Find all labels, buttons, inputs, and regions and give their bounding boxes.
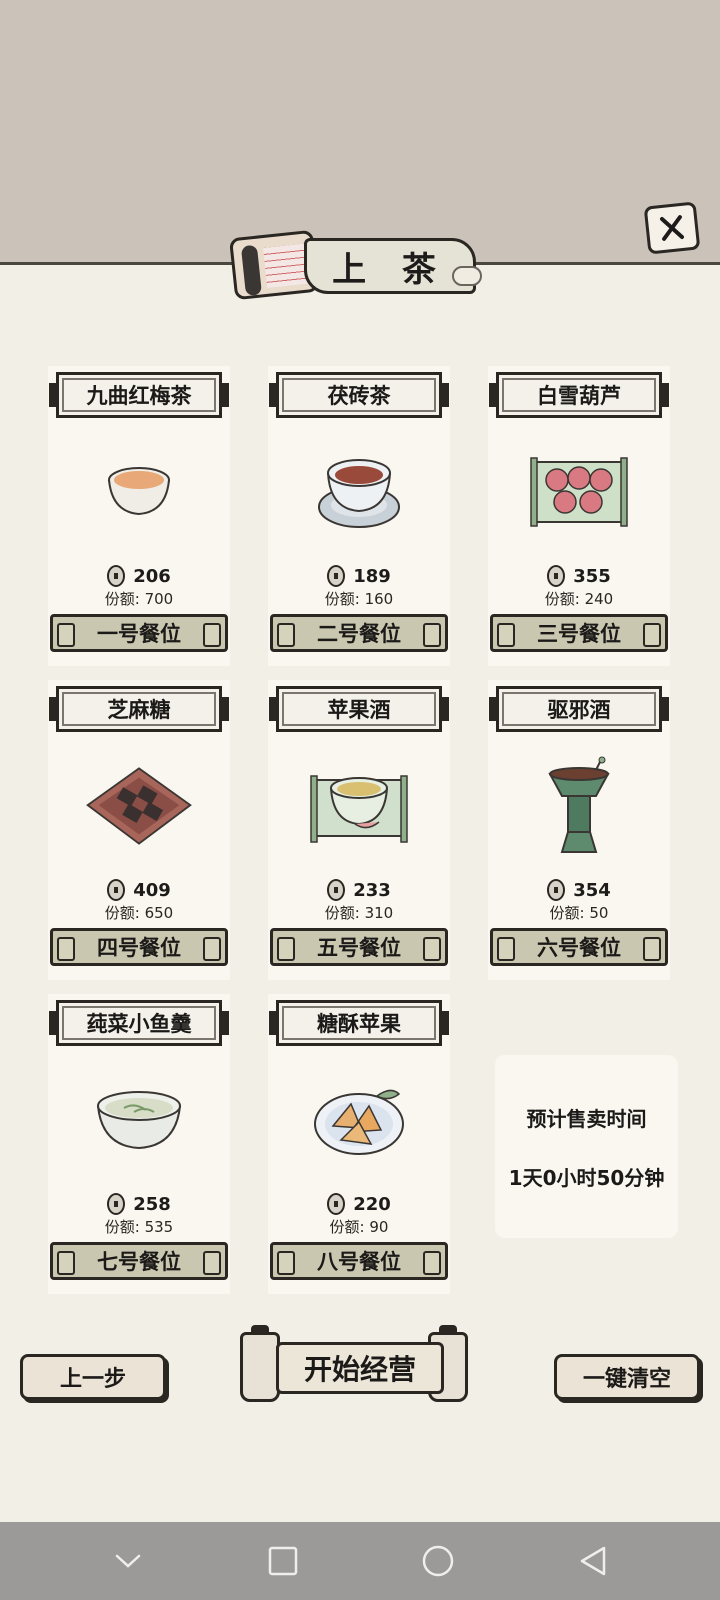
system-navigation-bar bbox=[0, 1522, 720, 1600]
item-name: 九曲红梅茶 bbox=[49, 372, 229, 418]
nav-collapse-button[interactable] bbox=[108, 1541, 148, 1581]
coin-icon bbox=[107, 879, 126, 901]
item-quota: 份额: 90 bbox=[329, 1218, 389, 1236]
item-price: 220 bbox=[353, 1193, 391, 1215]
item-quota: 份额: 700 bbox=[104, 590, 174, 608]
start-business-group: 开始经营 bbox=[240, 1325, 480, 1406]
menu-card: 苹果酒 233 份额: 310 五号餐位 bbox=[268, 680, 450, 980]
item-price: 189 bbox=[353, 565, 391, 587]
menu-card: 驱邪酒 354 份额: 50 六号餐位 bbox=[488, 680, 670, 980]
coin-icon bbox=[327, 879, 346, 901]
haws-tray-icon bbox=[524, 442, 634, 542]
seat-button-2[interactable]: 二号餐位 bbox=[270, 614, 448, 652]
close-icon bbox=[660, 215, 684, 241]
apple-pastry-icon bbox=[304, 1070, 414, 1170]
seat-button-5[interactable]: 五号餐位 bbox=[270, 928, 448, 966]
seat-button-3[interactable]: 三号餐位 bbox=[490, 614, 668, 652]
seat-button-8[interactable]: 八号餐位 bbox=[270, 1242, 448, 1280]
nav-recents-button[interactable] bbox=[263, 1541, 303, 1581]
seat-button-1[interactable]: 一号餐位 bbox=[50, 614, 228, 652]
item-name: 糖酥苹果 bbox=[269, 1000, 449, 1046]
cider-bowl-icon bbox=[304, 756, 414, 856]
sesame-candy-icon bbox=[84, 756, 194, 856]
previous-step-button[interactable]: 上一步 bbox=[20, 1354, 166, 1400]
menu-card: 茯砖茶 189 份额: 160 二号餐位 bbox=[268, 366, 450, 666]
item-name: 茯砖茶 bbox=[269, 372, 449, 418]
seat-button-7[interactable]: 七号餐位 bbox=[50, 1242, 228, 1280]
coin-icon bbox=[107, 1193, 126, 1215]
circle-icon bbox=[422, 1545, 453, 1577]
price-row: 354 bbox=[488, 878, 670, 902]
sale-time-value: 1天0小时50分钟 bbox=[508, 1165, 665, 1190]
item-quota: 份额: 535 bbox=[104, 1218, 174, 1236]
start-business-button[interactable]: 开始经营 bbox=[276, 1342, 444, 1394]
sale-time-label: 预计售卖时间 bbox=[526, 1106, 647, 1131]
price-row: 189 bbox=[268, 564, 450, 588]
soup-bowl-icon bbox=[84, 1070, 194, 1170]
chevron-down-icon bbox=[115, 1554, 140, 1568]
price-row: 355 bbox=[488, 564, 670, 588]
item-quota: 份额: 50 bbox=[549, 904, 609, 922]
square-icon bbox=[268, 1546, 297, 1576]
seat-button-4[interactable]: 四号餐位 bbox=[50, 928, 228, 966]
item-price: 409 bbox=[133, 879, 171, 901]
title-banner: 上 茶 bbox=[228, 229, 484, 302]
item-name: 芝麻糖 bbox=[49, 686, 229, 732]
coin-icon bbox=[547, 565, 566, 587]
tea-saucer-icon bbox=[304, 442, 414, 542]
price-row: 233 bbox=[268, 878, 450, 902]
top-background bbox=[0, 0, 720, 262]
item-name: 驱邪酒 bbox=[489, 686, 669, 732]
item-price: 258 bbox=[133, 1193, 171, 1215]
close-button[interactable] bbox=[643, 201, 701, 255]
price-row: 409 bbox=[48, 878, 230, 902]
item-name: 莼菜小鱼羹 bbox=[49, 1000, 229, 1046]
menu-card: 莼菜小鱼羹 258 份额: 535 七号餐位 bbox=[48, 994, 230, 1294]
menu-card: 糖酥苹果 220 份额: 90 八号餐位 bbox=[268, 994, 450, 1294]
bronze-vessel-icon bbox=[524, 756, 634, 856]
item-quota: 份额: 240 bbox=[544, 590, 614, 608]
item-price: 233 bbox=[353, 879, 391, 901]
seat-button-6[interactable]: 六号餐位 bbox=[490, 928, 668, 966]
clear-all-button[interactable]: 一键清空 bbox=[554, 1354, 700, 1400]
item-quota: 份额: 310 bbox=[324, 904, 394, 922]
price-row: 220 bbox=[268, 1192, 450, 1216]
lantern-icon bbox=[240, 1325, 280, 1402]
price-row: 258 bbox=[48, 1192, 230, 1216]
item-quota: 份额: 650 bbox=[104, 904, 174, 922]
item-price: 354 bbox=[573, 879, 611, 901]
item-quota: 份额: 160 bbox=[324, 590, 394, 608]
back-triangle-icon bbox=[580, 1546, 605, 1576]
sale-time-box: 预计售卖时间 1天0小时50分钟 bbox=[495, 1055, 678, 1238]
page-title: 上 茶 bbox=[304, 238, 476, 294]
coin-icon bbox=[327, 565, 346, 587]
price-row: 206 bbox=[48, 564, 230, 588]
menu-card: 芝麻糖 409 份额: 650 四号餐位 bbox=[48, 680, 230, 980]
menu-card: 九曲红梅茶 206 份额: 700 一号餐位 bbox=[48, 366, 230, 666]
item-price: 206 bbox=[133, 565, 171, 587]
tea-cup-icon bbox=[84, 442, 194, 542]
item-name: 苹果酒 bbox=[269, 686, 449, 732]
cloud-ornament bbox=[452, 266, 482, 286]
item-name: 白雪葫芦 bbox=[489, 372, 669, 418]
coin-icon bbox=[107, 565, 126, 587]
coin-icon bbox=[327, 1193, 346, 1215]
menu-card: 白雪葫芦 355 份额: 240 三号餐位 bbox=[488, 366, 670, 666]
coin-icon bbox=[547, 879, 566, 901]
nav-back-button[interactable] bbox=[573, 1541, 613, 1581]
item-price: 355 bbox=[573, 565, 611, 587]
nav-home-button[interactable] bbox=[418, 1541, 458, 1581]
